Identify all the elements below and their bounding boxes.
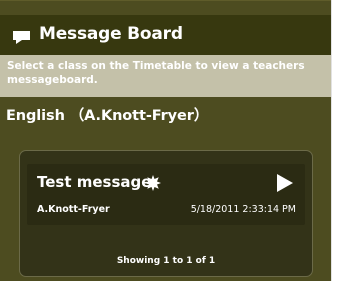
message-board-widget: Message Board Select a class on the Time… — [0, 0, 331, 281]
message-board-title: Message Board — [39, 24, 183, 44]
new-burst-icon — [145, 175, 161, 191]
message-title: Test message — [37, 173, 152, 191]
page-edge — [331, 0, 342, 281]
message-icon — [13, 29, 30, 44]
instruction-text: Select a class on the Timetable to view … — [0, 55, 331, 97]
message-board-header: Message Board — [0, 15, 331, 55]
message-item[interactable]: Test message A.Knott-Fryer 5/18/2011 2:3… — [27, 164, 305, 225]
class-title: English （A.Knott-Fryer） — [6, 108, 209, 124]
messages-panel: Test message A.Knott-Fryer 5/18/2011 2:3… — [19, 150, 313, 277]
message-author: A.Knott-Fryer — [37, 204, 110, 215]
play-arrow-icon[interactable] — [277, 174, 293, 192]
pagination-status: Showing 1 to 1 of 1 — [116, 256, 216, 266]
message-date: 5/18/2011 2:33:14 PM — [190, 204, 296, 215]
